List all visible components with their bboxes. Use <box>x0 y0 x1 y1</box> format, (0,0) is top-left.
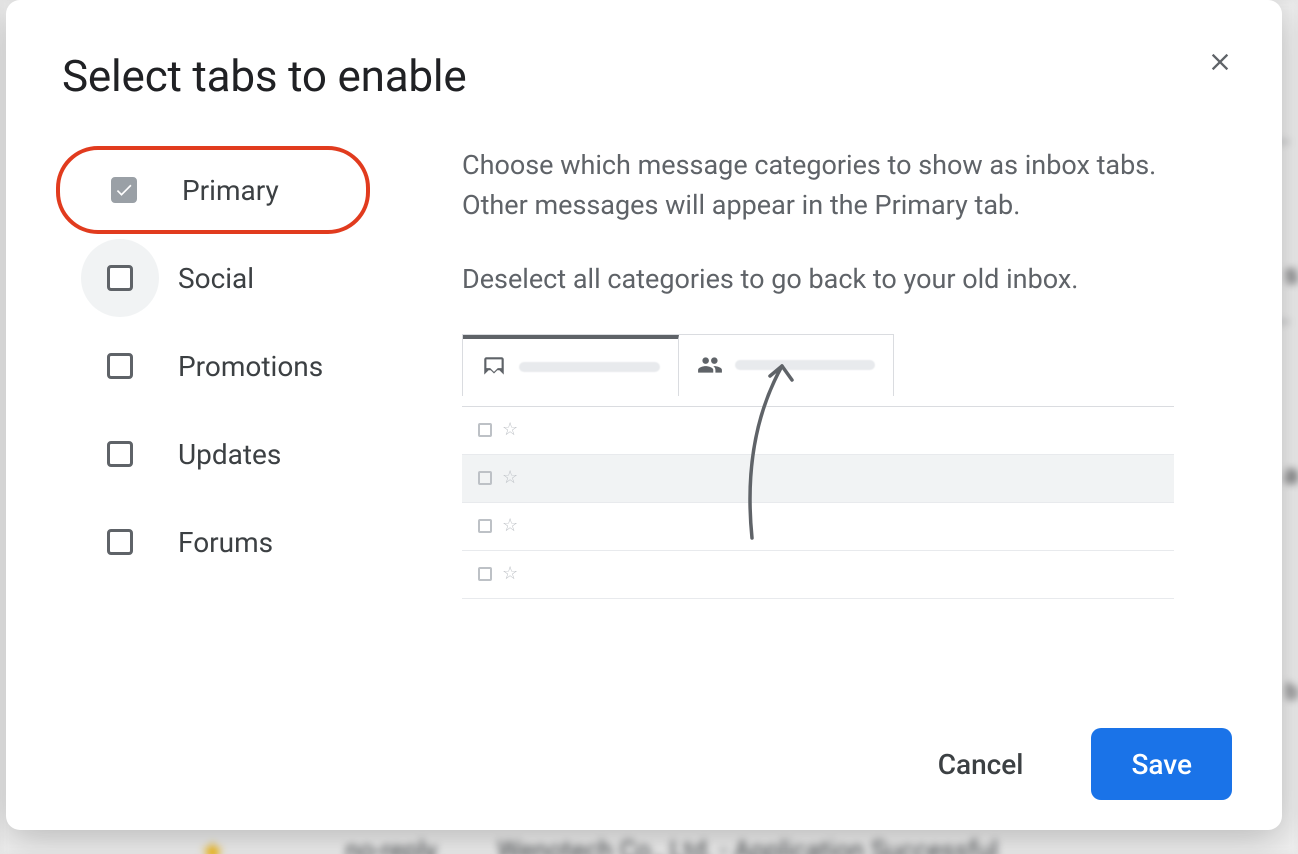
option-social[interactable]: Social <box>62 234 432 322</box>
preview-tab-social <box>679 335 894 396</box>
dialog-footer: Cancel Save <box>62 708 1242 800</box>
save-button[interactable]: Save <box>1091 728 1232 800</box>
option-forums[interactable]: Forums <box>62 498 432 586</box>
checkbox-primary <box>111 177 137 203</box>
option-forums-label: Forums <box>178 526 273 559</box>
preview-row: ☆ <box>462 551 1174 599</box>
close-button[interactable] <box>1198 40 1242 84</box>
option-updates-label: Updates <box>178 438 281 471</box>
people-icon <box>697 352 723 378</box>
preview-row: ☆ <box>462 407 1174 455</box>
description-line-2: Deselect all categories to go back to yo… <box>462 260 1162 300</box>
option-social-label: Social <box>178 262 254 295</box>
checkbox-updates[interactable] <box>107 441 133 467</box>
cancel-button[interactable]: Cancel <box>898 728 1064 800</box>
check-icon <box>114 180 134 200</box>
close-icon <box>1206 48 1234 76</box>
dialog-title: Select tabs to enable <box>62 50 467 102</box>
description-line-1: Choose which message categories to show … <box>462 146 1162 226</box>
option-promotions[interactable]: Promotions <box>62 322 432 410</box>
preview-tab-primary <box>463 335 679 396</box>
checkbox-social[interactable] <box>107 265 133 291</box>
option-updates[interactable]: Updates <box>62 410 432 498</box>
preview-row: ☆ <box>462 455 1174 503</box>
preview-row: ☆ <box>462 503 1174 551</box>
option-primary: Primary <box>56 146 370 234</box>
option-primary-label: Primary <box>182 174 279 207</box>
star-outline-icon: ☆ <box>502 513 518 540</box>
inbox-preview: ☆ ☆ ☆ ☆ <box>462 334 1174 599</box>
star-outline-icon: ☆ <box>502 561 518 588</box>
description-column: Choose which message categories to show … <box>462 132 1242 708</box>
checkbox-promotions[interactable] <box>107 353 133 379</box>
configure-inbox-dialog: Select tabs to enable Primary <box>6 0 1282 830</box>
inbox-icon <box>481 354 507 380</box>
checkbox-forums[interactable] <box>107 529 133 555</box>
star-outline-icon: ☆ <box>502 465 518 492</box>
star-outline-icon: ☆ <box>502 417 518 444</box>
star-icon: ★ <box>200 835 225 854</box>
option-promotions-label: Promotions <box>178 350 323 383</box>
category-options: Primary Social Promotions <box>62 132 432 708</box>
